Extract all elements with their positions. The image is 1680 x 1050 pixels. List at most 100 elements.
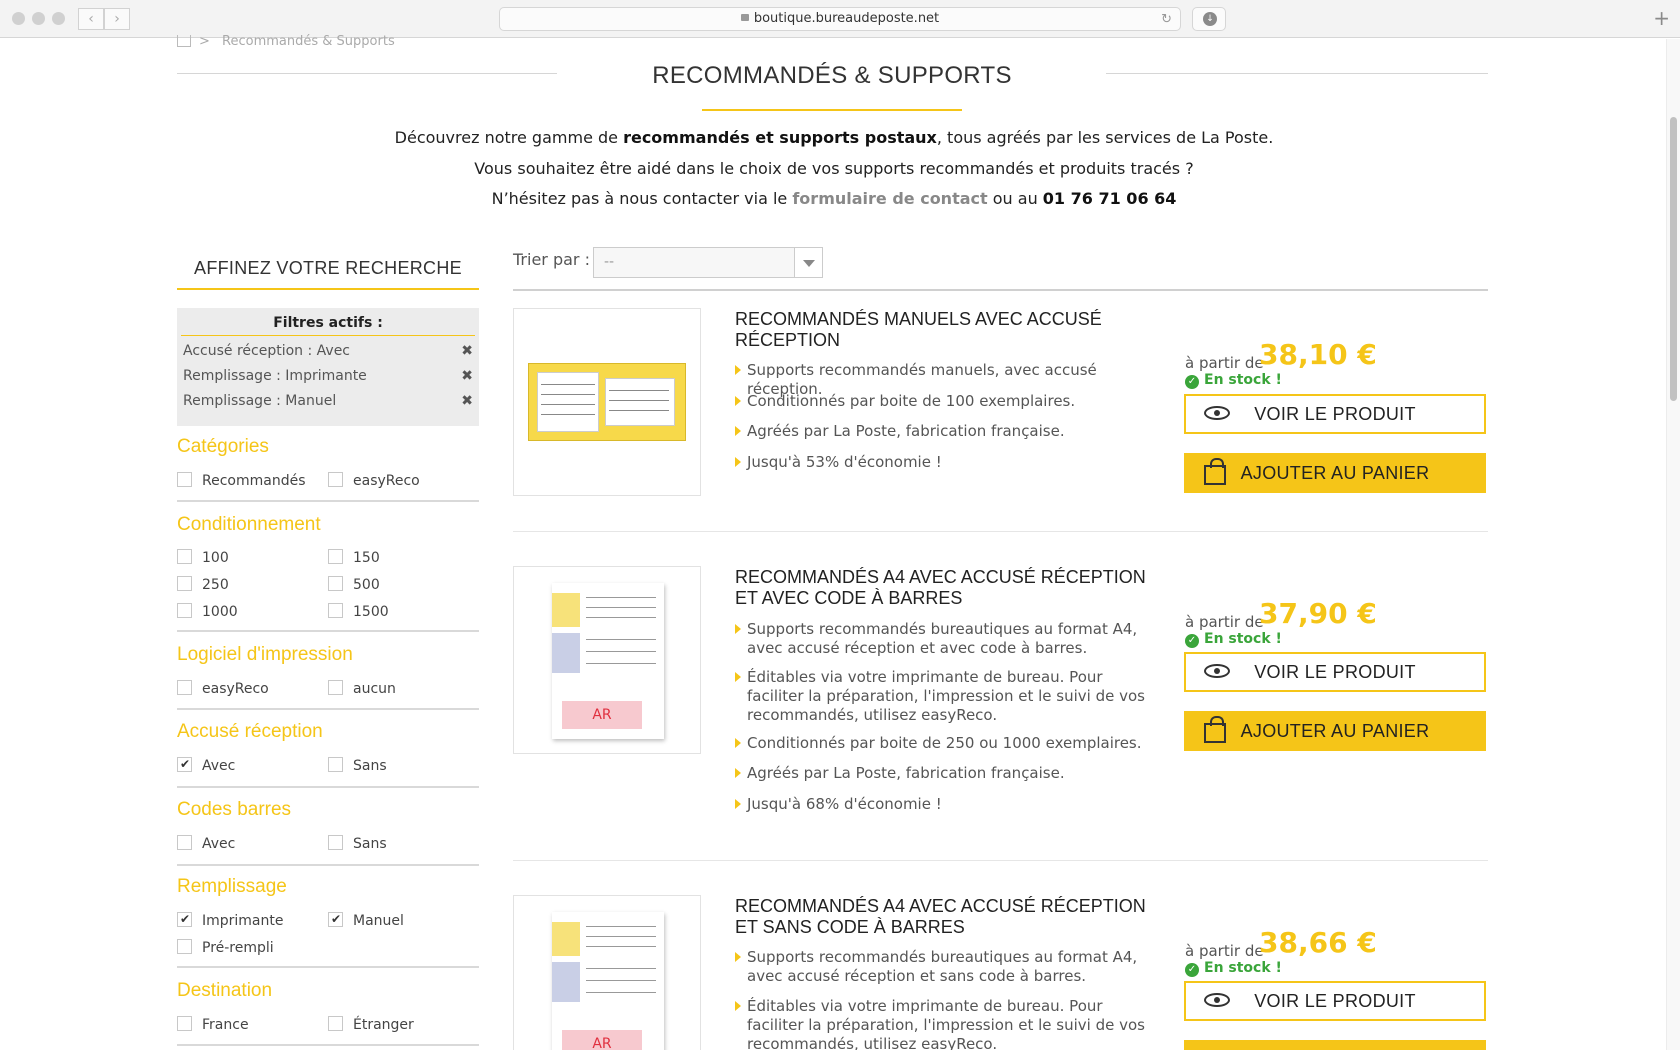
filter-option[interactable]: 100 (177, 548, 229, 566)
product-feature: Éditables via votre imprimante de bureau… (735, 997, 1155, 1050)
filter-category-title[interactable]: Destination (177, 980, 272, 1002)
filter-option[interactable]: Avec (177, 834, 236, 852)
product-name[interactable]: RECOMMANDÉS MANUELS AVEC ACCUSÉ RÉCEPTIO… (735, 309, 1155, 351)
checkbox[interactable] (328, 756, 343, 772)
contact-form-link[interactable]: formulaire de contact (792, 189, 987, 208)
view-product-button[interactable]: VOIR LE PRODUIT (1184, 652, 1486, 692)
checkbox[interactable] (328, 548, 343, 564)
product-name[interactable]: RECOMMANDÉS A4 AVEC ACCUSÉ RÉCEPTION ET … (735, 896, 1155, 938)
filter-option[interactable]: 500 (328, 575, 380, 593)
breadcrumb-current[interactable]: Recommandés & Supports (222, 34, 395, 49)
category-divider (177, 630, 479, 632)
checkbox[interactable] (177, 575, 192, 591)
url-text: boutique.bureaudeposte.net (753, 11, 940, 26)
product-feature: Agréés par La Poste, fabrication françai… (735, 764, 1155, 783)
filter-option[interactable]: 250 (177, 575, 229, 593)
add-to-cart-button[interactable] (1184, 1040, 1486, 1050)
sort-select[interactable]: -- (593, 247, 823, 278)
product-feature: Jusqu'à 68% d'économie ! (735, 795, 1155, 814)
downloads-button[interactable]: ↓ (1192, 7, 1226, 31)
view-product-button[interactable]: VOIR LE PRODUIT (1184, 981, 1486, 1021)
filter-option-label: 250 (202, 577, 229, 593)
product-divider (513, 531, 1488, 532)
back-button[interactable]: ‹ (78, 8, 104, 30)
category-divider (177, 786, 479, 788)
filter-option[interactable]: Sans (328, 834, 387, 852)
filter-option-label: Pré-rempli (202, 940, 274, 956)
checkbox[interactable] (328, 1015, 343, 1031)
add-to-cart-button[interactable]: AJOUTER AU PANIER (1184, 711, 1486, 751)
recommande-a4-image: AR (552, 912, 664, 1050)
zoom-window-button[interactable] (52, 12, 65, 25)
filter-option[interactable]: France (177, 1015, 249, 1033)
product-image[interactable]: AR (513, 895, 701, 1050)
checkbox[interactable] (177, 834, 192, 850)
checkbox[interactable] (328, 471, 343, 487)
add-to-cart-button[interactable]: AJOUTER AU PANIER (1184, 453, 1486, 493)
product-name[interactable]: RECOMMANDÉS A4 AVEC ACCUSÉ RÉCEPTION ET … (735, 567, 1155, 609)
filter-option[interactable]: 1000 (177, 602, 238, 620)
browser-toolbar: ‹ › boutique.bureaudeposte.net ↻ ↓ + (0, 0, 1680, 38)
filter-option[interactable]: Manuel (328, 911, 404, 929)
checkbox[interactable] (177, 679, 192, 695)
product-image[interactable]: AR (513, 566, 701, 754)
remove-filter-icon[interactable]: ✖ (461, 343, 473, 359)
remove-filter-icon[interactable]: ✖ (461, 393, 473, 409)
forward-button[interactable]: › (104, 8, 130, 30)
title-rule-left (177, 73, 557, 74)
address-bar[interactable]: boutique.bureaudeposte.net ↻ (499, 7, 1181, 31)
checkbox[interactable] (177, 471, 192, 487)
scrollbar-thumb[interactable] (1670, 117, 1677, 401)
filter-category-title[interactable]: Accusé réception (177, 721, 323, 743)
filter-option[interactable]: Recommandés (177, 471, 306, 489)
add-to-cart-label: AJOUTER AU PANIER (1240, 463, 1430, 483)
filter-category-title[interactable]: Catégories (177, 436, 269, 458)
filter-option[interactable]: easyReco (328, 471, 420, 489)
checkbox[interactable] (177, 548, 192, 564)
filter-option[interactable]: Étranger (328, 1015, 414, 1033)
filter-category-title[interactable]: Remplissage (177, 876, 287, 898)
filter-option[interactable]: easyReco (177, 679, 269, 697)
filter-option-label: Imprimante (202, 913, 284, 929)
checkbox[interactable] (177, 911, 192, 927)
product-price: 37,90 € (1259, 597, 1377, 630)
product-image[interactable] (513, 308, 701, 496)
filter-option[interactable]: Avec (177, 756, 235, 774)
sidebar-title: AFFINEZ VOTRE RECHERCHE (194, 258, 462, 278)
eye-icon (1204, 406, 1230, 420)
remove-filter-icon[interactable]: ✖ (461, 368, 473, 384)
checkbox[interactable] (328, 834, 343, 850)
checkbox[interactable] (328, 602, 343, 618)
filter-category-title[interactable]: Logiciel d'impression (177, 644, 353, 666)
filter-option-label: Manuel (353, 913, 404, 929)
new-tab-button[interactable]: + (1653, 8, 1670, 28)
chevron-down-icon[interactable] (794, 248, 822, 277)
recommande-a4-image: AR (552, 583, 664, 739)
filter-option[interactable]: Sans (328, 756, 387, 774)
reload-icon[interactable]: ↻ (1161, 9, 1172, 31)
filter-option-label: Avec (202, 836, 236, 852)
filter-option[interactable]: 1500 (328, 602, 389, 620)
minimize-window-button[interactable] (32, 12, 45, 25)
filter-category-title[interactable]: Codes barres (177, 799, 291, 821)
filter-option[interactable]: Pré-rempli (177, 938, 274, 956)
title-rule-right (1106, 73, 1488, 74)
filter-option[interactable]: 150 (328, 548, 380, 566)
checkbox[interactable] (328, 911, 343, 927)
checkbox[interactable] (177, 1015, 192, 1031)
checkbox[interactable] (177, 756, 192, 772)
filter-category-title[interactable]: Conditionnement (177, 514, 321, 536)
checkbox[interactable] (177, 938, 192, 954)
ar-stamp: AR (562, 701, 642, 729)
checkbox[interactable] (177, 602, 192, 618)
filter-option[interactable]: Imprimante (177, 911, 284, 929)
home-icon[interactable] (177, 34, 191, 47)
active-filter-item: Remplissage : Manuel ✖ (183, 393, 473, 409)
active-filter-label: Remplissage : Manuel (183, 393, 337, 409)
view-product-button[interactable]: VOIR LE PRODUIT (1184, 394, 1486, 434)
filter-option[interactable]: aucun (328, 679, 396, 697)
page-scrollbar[interactable] (1666, 39, 1680, 1050)
checkbox[interactable] (328, 679, 343, 695)
close-window-button[interactable] (12, 12, 25, 25)
checkbox[interactable] (328, 575, 343, 591)
